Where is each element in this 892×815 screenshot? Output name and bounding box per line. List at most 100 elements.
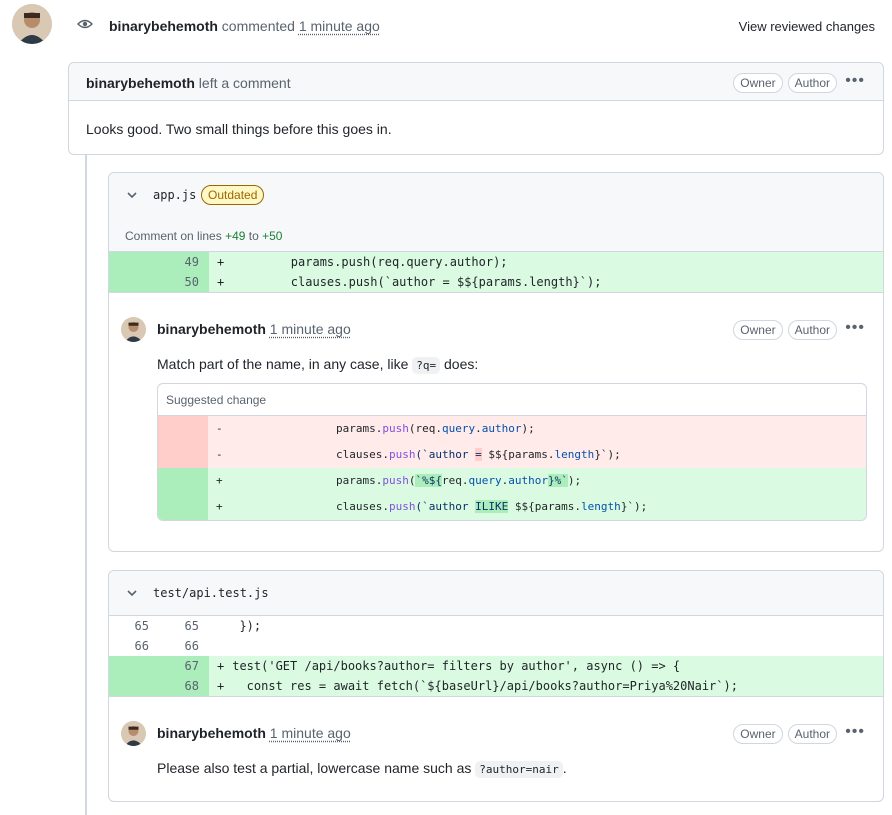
file-thread-api-test-js: test/api.test.js 65 65 }); 66 66 67 + te… (108, 570, 884, 802)
avatar[interactable] (121, 317, 146, 342)
diff-code: params.push(req.query.author); (233, 255, 508, 269)
suggestion-del-row: - clauses.push(`author = $${params.lengt… (158, 442, 866, 468)
comment-time[interactable]: 1 minute ago (270, 725, 351, 741)
chevron-down-icon[interactable] (126, 587, 138, 599)
diff-code: clauses.push(`author = $${params.length}… (283, 448, 621, 461)
comment-time[interactable]: 1 minute ago (270, 321, 351, 337)
kebab-menu-icon[interactable]: ••• (845, 319, 865, 337)
kebab-menu-icon[interactable]: ••• (845, 72, 865, 90)
comment-on-to-word: to (248, 229, 259, 243)
diff-code: clauses.push(`author ILIKE $${params.len… (283, 500, 648, 513)
diff-sign (217, 636, 224, 656)
comment-badges: Owner Author (733, 724, 837, 744)
avatar[interactable] (12, 4, 52, 44)
comment-on-to: +50 (262, 229, 283, 243)
old-line-number[interactable]: 66 (117, 636, 149, 656)
event-time[interactable]: 1 minute ago (299, 18, 380, 34)
diff-sign: + (217, 679, 225, 693)
thread-header: app.js Outdated (109, 173, 883, 217)
suggested-change: Suggested change - params.push(req.query… (157, 383, 867, 521)
outdated-badge: Outdated (201, 185, 265, 205)
eye-icon (70, 9, 100, 39)
review-author-line: binarybehemoth left a comment (86, 75, 291, 91)
line-number[interactable]: 50 (159, 272, 199, 292)
comment-text-after: does: (444, 356, 479, 372)
thread-filename[interactable]: test/api.test.js (153, 586, 269, 600)
diff-code: params.push(req.query.author); (283, 422, 535, 435)
diff-row: 68 + const res = await fetch(`${baseUrl}… (109, 676, 883, 696)
comment-text: Please also test a partial, lowercase na… (157, 760, 472, 776)
avatar[interactable] (121, 721, 146, 746)
kebab-menu-icon[interactable]: ••• (845, 723, 865, 741)
comment-body: Match part of the name, in any case, lik… (157, 356, 479, 374)
review-header: binarybehemoth left a comment Owner Auth… (69, 63, 883, 101)
owner-badge: Owner (733, 320, 783, 340)
diff-row: 67 + test('GET /api/books?author= filter… (109, 656, 883, 676)
author-badge: Author (787, 73, 837, 93)
comment-on-from: +49 (225, 229, 246, 243)
diff-sign: + (216, 500, 223, 513)
diff-sign: + (217, 255, 225, 269)
comment-user[interactable]: binarybehemoth (157, 321, 266, 337)
comment-on-prefix: Comment on lines (125, 229, 222, 243)
line-number[interactable]: 49 (159, 252, 199, 272)
line-number[interactable]: 68 (167, 676, 199, 696)
diff-sign: - (216, 448, 223, 461)
owner-badge: Owner (733, 73, 783, 93)
suggested-change-title: Suggested change (166, 393, 267, 407)
review-badges: Owner Author (733, 73, 837, 93)
diff-sign: + (217, 275, 225, 289)
suggestion-add-row: + clauses.push(`author ILIKE $${params.l… (158, 494, 866, 520)
line-number[interactable]: 67 (167, 656, 199, 676)
line-number[interactable]: 66 (167, 636, 199, 656)
thread-filename[interactable]: app.js (153, 188, 196, 202)
event-line: binarybehemoth commented 1 minute ago (109, 18, 380, 34)
thread-header: test/api.test.js (109, 571, 883, 615)
chevron-down-icon[interactable] (126, 189, 138, 201)
inline-comment: binarybehemoth 1 minute ago Owner Author… (109, 696, 883, 801)
old-line-number[interactable]: 65 (117, 616, 149, 636)
line-number[interactable]: 65 (167, 616, 199, 636)
inline-code: ?q= (412, 357, 441, 374)
diff-table: 65 65 }); 66 66 67 + test('GET /api/book… (109, 615, 883, 696)
comment-text: Match part of the name, in any case, lik… (157, 356, 409, 372)
event-user[interactable]: binarybehemoth (109, 18, 218, 34)
diff-row: 65 65 }); (109, 616, 883, 636)
suggestion-del-row: - params.push(req.query.author); (158, 416, 866, 442)
diff-code: const res = await fetch(`${baseUrl}/api/… (225, 679, 738, 693)
inline-comment: binarybehemoth 1 minute ago Owner Author… (109, 292, 883, 550)
diff-table: 49 + params.push(req.query.author); 50 +… (109, 251, 883, 292)
author-badge: Author (787, 320, 837, 340)
author-badge: Author (787, 724, 837, 744)
diff-code: params.push(`%${req.query.author}%`); (283, 474, 582, 487)
review-action: left a comment (198, 75, 291, 91)
suggested-change-header: Suggested change (158, 384, 866, 416)
diff-row: 50 + clauses.push(`author = $${params.le… (109, 272, 883, 292)
review-comment: binarybehemoth left a comment Owner Auth… (68, 62, 884, 155)
diff-code: }); (225, 619, 262, 633)
review-user[interactable]: binarybehemoth (86, 75, 195, 91)
diff-sign (217, 616, 224, 636)
diff-code: test('GET /api/books?author= filters by … (225, 659, 681, 673)
comment-meta: binarybehemoth 1 minute ago (157, 725, 351, 741)
diff-row: 66 66 (109, 636, 883, 656)
comment-user[interactable]: binarybehemoth (157, 725, 266, 741)
file-thread-app-js: app.js Outdated Comment on lines +49 to … (108, 172, 884, 552)
comment-on-lines: Comment on lines +49 to +50 (109, 217, 883, 251)
diff-code: clauses.push(`author = $${params.length}… (233, 275, 602, 289)
comment-badges: Owner Author (733, 320, 837, 340)
diff-row: 49 + params.push(req.query.author); (109, 252, 883, 272)
diff-sign: + (217, 659, 225, 673)
view-reviewed-changes-button[interactable]: View reviewed changes (739, 19, 875, 34)
comment-body: Please also test a partial, lowercase na… (157, 760, 567, 778)
comment-text-after: . (562, 760, 567, 776)
timeline-line (85, 155, 87, 815)
event-action: commented (221, 18, 295, 34)
suggestion-add-row: + params.push(`%${req.query.author}%`); (158, 468, 866, 494)
inline-code: ?author=nair (475, 761, 563, 778)
diff-sign: + (216, 474, 223, 487)
comment-meta: binarybehemoth 1 minute ago (157, 321, 351, 337)
review-body: Looks good. Two small things before this… (86, 121, 392, 137)
diff-sign: - (216, 422, 223, 435)
owner-badge: Owner (733, 724, 783, 744)
